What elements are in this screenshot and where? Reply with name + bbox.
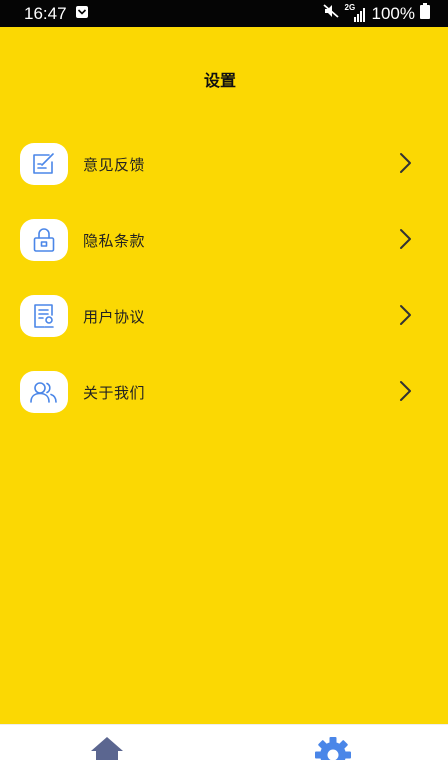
chevron-right-icon [397, 227, 413, 255]
settings-item-label: 隐私条款 [83, 232, 146, 250]
mute-icon [322, 3, 340, 24]
settings-item-privacy[interactable]: 隐私条款 [0, 213, 448, 289]
tab-home[interactable] [89, 735, 125, 760]
notification-icon [75, 4, 89, 24]
battery-icon [420, 3, 430, 24]
signal-icon: 2G [345, 3, 367, 23]
settings-item-feedback[interactable]: 意见反馈 [0, 137, 448, 213]
settings-item-label: 意见反馈 [83, 156, 146, 174]
status-time: 16:47 [24, 3, 67, 23]
app-screen: 16:47 2G 100% 设置 意见反馈 隐私条款 用户协议 关于我们 [0, 0, 448, 760]
settings-list: 意见反馈 隐私条款 用户协议 关于我们 [0, 137, 448, 441]
settings-item-about[interactable]: 关于我们 [0, 365, 448, 441]
status-right: 2G 100% [322, 3, 430, 24]
settings-page: 设置 意见反馈 隐私条款 用户协议 关于我们 [0, 27, 448, 724]
feedback-icon [20, 143, 68, 185]
settings-item-label: 用户协议 [83, 308, 146, 326]
page-title: 设置 [203, 71, 236, 90]
agreement-icon [20, 295, 68, 337]
chevron-right-icon [397, 151, 413, 179]
chevron-right-icon [397, 379, 413, 407]
status-left: 16:47 [24, 4, 89, 24]
settings-item-label: 关于我们 [83, 384, 146, 402]
people-icon [20, 371, 68, 413]
bottom-tab-bar [0, 724, 448, 760]
settings-item-agreement[interactable]: 用户协议 [0, 289, 448, 365]
battery-percent: 100% [371, 3, 415, 23]
status-bar: 16:47 2G 100% [0, 0, 448, 27]
lock-icon [20, 219, 68, 261]
home-icon [89, 737, 125, 760]
tab-settings[interactable] [313, 735, 353, 760]
chevron-right-icon [397, 303, 413, 331]
